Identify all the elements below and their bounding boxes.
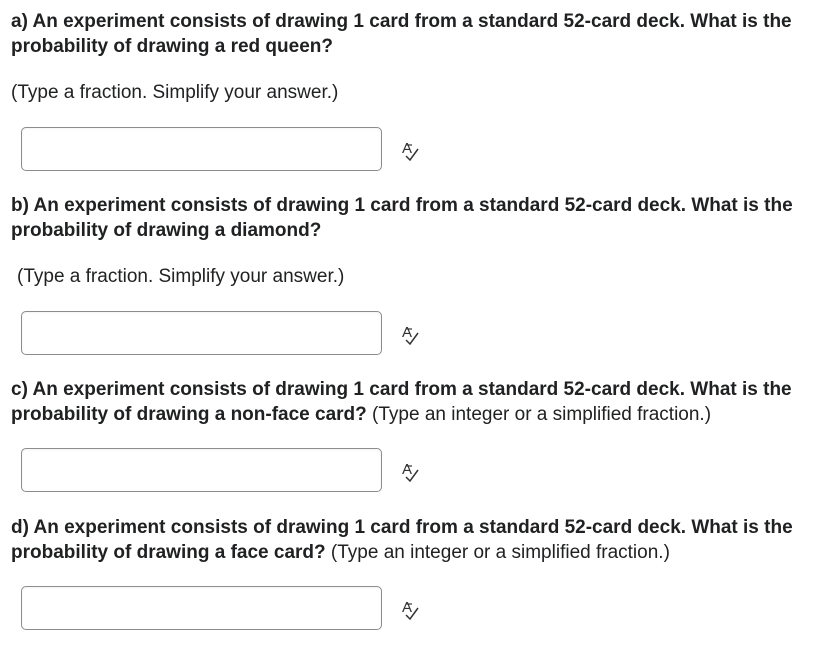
question-c: c) An experiment consists of drawing 1 c… [11,377,816,427]
question-d: d) An experiment consists of drawing 1 c… [11,515,816,565]
question-b-prompt: b) An experiment consists of drawing 1 c… [11,193,816,243]
question-c-answer-input[interactable] [21,448,382,492]
question-a-prompt: a) An experiment consists of drawing 1 c… [11,9,816,59]
svg-text:A: A [402,324,412,341]
question-c-inline-hint: (Type an integer or a simplified fractio… [366,404,712,425]
svg-text:A: A [402,461,412,478]
question-d-inline-hint: (Type an integer or a simplified fractio… [330,542,670,563]
question-a-hint: (Type a fraction. Simplify your answer.) [11,82,339,103]
math-equation-editor-icon[interactable]: A [396,457,424,485]
question-a-prompt-text: a) An experiment consists of drawing 1 c… [11,11,792,57]
question-b-answer-input[interactable] [21,311,382,355]
svg-text:A: A [402,140,412,157]
question-d-prompt: d) An experiment consists of drawing 1 c… [11,515,816,565]
math-equation-editor-icon[interactable]: A [396,136,424,164]
question-a-answer-input[interactable] [21,127,382,171]
question-b-prompt-text: b) An experiment consists of drawing 1 c… [11,195,793,241]
question-d-answer-input[interactable] [21,586,382,630]
question-a: a) An experiment consists of drawing 1 c… [11,9,816,59]
svg-text:A: A [402,599,412,616]
question-b-hint: (Type a fraction. Simplify your answer.) [17,266,345,287]
question-c-prompt: c) An experiment consists of drawing 1 c… [11,377,816,427]
math-equation-editor-icon[interactable]: A [396,595,424,623]
question-b: b) An experiment consists of drawing 1 c… [11,193,816,243]
math-equation-editor-icon[interactable]: A [396,320,424,348]
